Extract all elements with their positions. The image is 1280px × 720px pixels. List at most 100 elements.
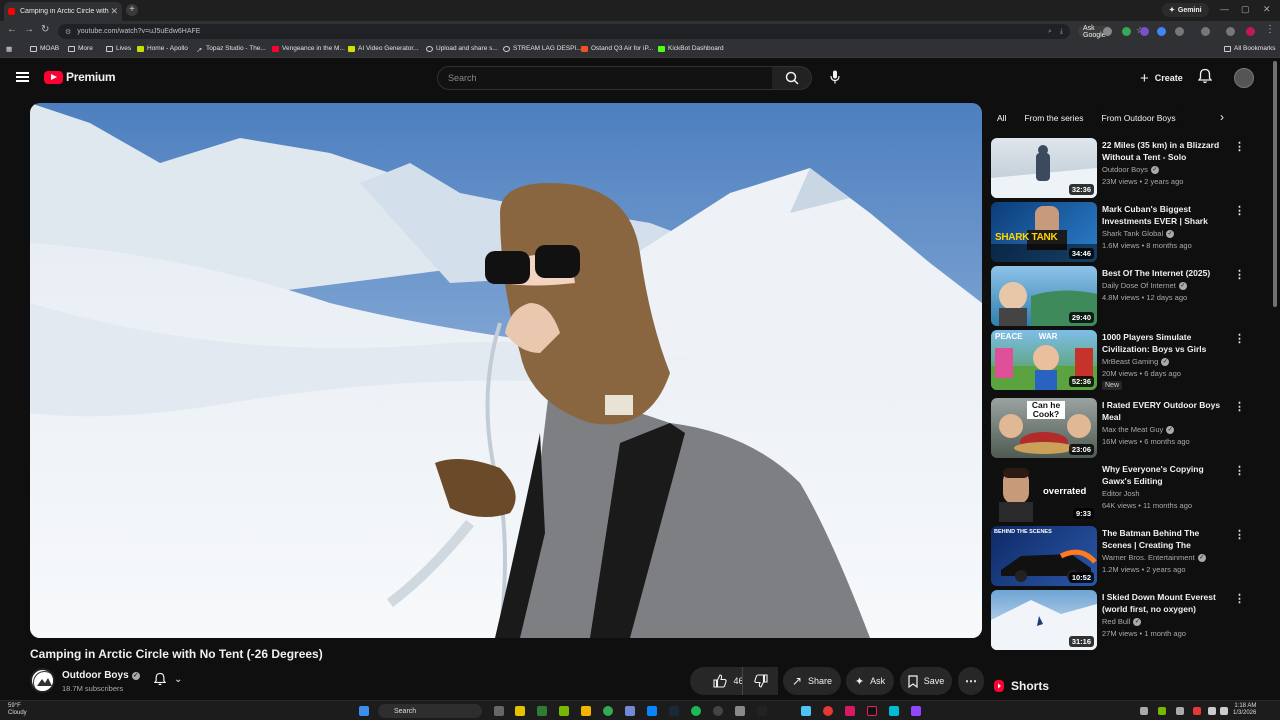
search-button[interactable] (772, 66, 812, 90)
channel-name[interactable]: Outdoor Boys ✓ (62, 670, 140, 681)
recommendation-item[interactable]: PEACE WAR 52:36 1000 Players Simulate Ci… (991, 330, 1245, 392)
bookmark-item[interactable]: Upload and share s... (426, 45, 498, 52)
discord-icon[interactable] (625, 706, 635, 716)
more-vertical-icon[interactable]: ⋮ (1234, 464, 1245, 477)
tray-icon[interactable] (1193, 707, 1201, 715)
profile-avatar[interactable] (1246, 27, 1255, 36)
app-icon[interactable] (889, 706, 899, 716)
taskbar-search[interactable]: Search (378, 704, 482, 718)
recommendation-channel[interactable]: Max the Meat Guy ✓ (1102, 425, 1175, 434)
recommendation-item[interactable]: 32:36 22 Miles (35 km) in a Blizzard Wit… (991, 138, 1245, 200)
more-vertical-icon[interactable]: ⋮ (1234, 592, 1245, 605)
side-panel-icon[interactable] (1201, 27, 1210, 36)
close-tab-icon[interactable]: ✕ (110, 6, 118, 17)
extension-icon[interactable] (1157, 27, 1166, 36)
create-button[interactable]: + Create (1130, 66, 1193, 90)
forward-icon[interactable]: → (24, 24, 34, 35)
zoom-icon[interactable]: ⌕ (1048, 28, 1052, 36)
bookmark-item[interactable]: Ostand Q3 Air for iP... (581, 45, 653, 52)
video-player[interactable] (30, 103, 982, 638)
recommendation-title[interactable]: Why Everyone's Copying Gawx's Editing (1102, 463, 1230, 487)
close-window-icon[interactable]: ✕ (1263, 4, 1271, 15)
tray-icon[interactable] (1158, 707, 1166, 715)
sync-icon[interactable] (1226, 27, 1235, 36)
recommendation-item[interactable]: BEHIND THE SCENES 10:52 The Batman Behin… (991, 526, 1245, 588)
recommendation-title[interactable]: Mark Cuban's Biggest Investments EVER | … (1102, 203, 1230, 227)
video-thumbnail[interactable]: Can he Cook? 23:06 (991, 398, 1097, 458)
bookmark-item[interactable]: AI Video Generator... (348, 45, 419, 52)
recommendation-channel[interactable]: Red Bull ✓ (1102, 617, 1142, 626)
weather-widget[interactable]: 59°F Cloudy (8, 703, 27, 717)
bookmark-item[interactable]: Vengeance in the M... (272, 45, 345, 52)
download-icon[interactable]: ⤓ (1060, 28, 1063, 36)
app-icon[interactable] (647, 706, 657, 716)
share-button[interactable]: ↗ Share (783, 667, 841, 695)
tiktok-icon[interactable] (867, 706, 877, 716)
bookmark-item[interactable]: Home - Apollo (137, 45, 188, 52)
recommendation-channel[interactable]: Editor Josh (1102, 489, 1140, 498)
subscription-bell-button[interactable]: ⌄ (154, 672, 182, 686)
app-icon[interactable] (845, 706, 855, 716)
more-vertical-icon[interactable]: ⋮ (1234, 332, 1245, 345)
notifications-button[interactable] (1197, 68, 1213, 89)
all-bookmarks[interactable]: All Bookmarks (1224, 45, 1276, 52)
new-tab-button[interactable]: + (126, 4, 138, 16)
recommendation-title[interactable]: 22 Miles (35 km) in a Blizzard Without a… (1102, 139, 1230, 163)
video-thumbnail[interactable]: BEHIND THE SCENES 10:52 (991, 526, 1097, 586)
menu-icon[interactable] (16, 72, 29, 82)
voice-search-button[interactable] (824, 66, 846, 88)
save-button[interactable]: Save (900, 667, 952, 695)
shorts-section-header[interactable]: Shorts (993, 679, 1049, 693)
recommendation-title[interactable]: I Rated EVERY Outdoor Boys Meal (1102, 399, 1230, 423)
twitch-icon[interactable] (911, 706, 921, 716)
recommendation-item[interactable]: 31:16 I Skied Down Mount Everest (world … (991, 590, 1245, 652)
obs-icon[interactable] (713, 706, 723, 716)
recommendation-title[interactable]: I Skied Down Mount Everest (world first,… (1102, 591, 1230, 615)
recommendation-channel[interactable]: Shark Tank Global ✓ (1102, 229, 1175, 238)
recommendation-channel[interactable]: Outdoor Boys ✓ (1102, 165, 1159, 174)
bookmark-item[interactable]: More (68, 45, 93, 52)
folder-icon[interactable] (581, 706, 591, 716)
bookmark-item[interactable]: Lives (106, 45, 131, 52)
bookmark-item[interactable]: ↗ Topaz Studio - The... (196, 45, 266, 54)
task-view-icon[interactable] (494, 706, 504, 716)
chip-all[interactable]: All (991, 108, 1013, 128)
more-vertical-icon[interactable]: ⋮ (1234, 400, 1245, 413)
extension-icon[interactable] (1103, 27, 1112, 36)
extension-icon[interactable] (1140, 27, 1149, 36)
dislike-button[interactable] (742, 667, 778, 695)
nvidia-icon[interactable] (559, 706, 569, 716)
video-thumbnail[interactable]: overrated 9:33 (991, 462, 1097, 522)
bookmark-item[interactable]: KickBot Dashboard (658, 45, 724, 52)
recommendation-title[interactable]: The Batman Behind The Scenes | Creating … (1102, 527, 1230, 551)
app-icon[interactable] (801, 706, 811, 716)
app-icon[interactable] (735, 706, 745, 716)
chrome-icon[interactable] (603, 706, 613, 716)
chip-from-outdoor-boys[interactable]: From Outdoor Boys (1095, 108, 1182, 128)
omnibox[interactable]: ⚙ youtube.com/watch?v=uJ5uEdw6HAFE ⌕ ⤓ A… (58, 24, 1144, 39)
video-thumbnail[interactable]: SHARK TANK 34:46 (991, 202, 1097, 262)
more-vertical-icon[interactable]: ⋮ (1234, 268, 1245, 281)
maximize-icon[interactable]: ▢ (1241, 4, 1250, 15)
account-avatar[interactable] (1234, 68, 1254, 88)
recommendation-title[interactable]: Best Of The Internet (2025) (1102, 267, 1230, 279)
tray-chevron-icon[interactable] (1140, 707, 1148, 715)
search-input[interactable]: Search (437, 66, 773, 90)
more-vertical-icon[interactable]: ⋮ (1234, 140, 1245, 153)
video-thumbnail[interactable]: 32:36 (991, 138, 1097, 198)
windows-start-icon[interactable] (359, 706, 369, 716)
video-thumbnail[interactable]: 29:40 (991, 266, 1097, 326)
recommendation-item[interactable]: SHARK TANK 34:46 Mark Cuban's Biggest In… (991, 202, 1245, 264)
spotify-icon[interactable] (691, 706, 701, 716)
recommendation-channel[interactable]: MrBeast Gaming ✓ (1102, 357, 1170, 366)
reload-icon[interactable]: ↻ (41, 24, 49, 35)
site-info-icon[interactable]: ⚙ (65, 28, 71, 36)
file-explorer-icon[interactable] (515, 706, 525, 716)
gemini-button[interactable]: ✦ Gemini (1162, 3, 1209, 17)
youtube-logo[interactable]: Premium (44, 70, 116, 84)
more-vertical-icon[interactable]: ⋮ (1234, 204, 1245, 217)
more-vertical-icon[interactable]: ⋮ (1234, 528, 1245, 541)
more-actions-button[interactable]: ⋯ (958, 667, 984, 695)
apps-grid-icon[interactable]: ▦ (6, 45, 12, 53)
volume-icon[interactable] (1220, 707, 1228, 715)
